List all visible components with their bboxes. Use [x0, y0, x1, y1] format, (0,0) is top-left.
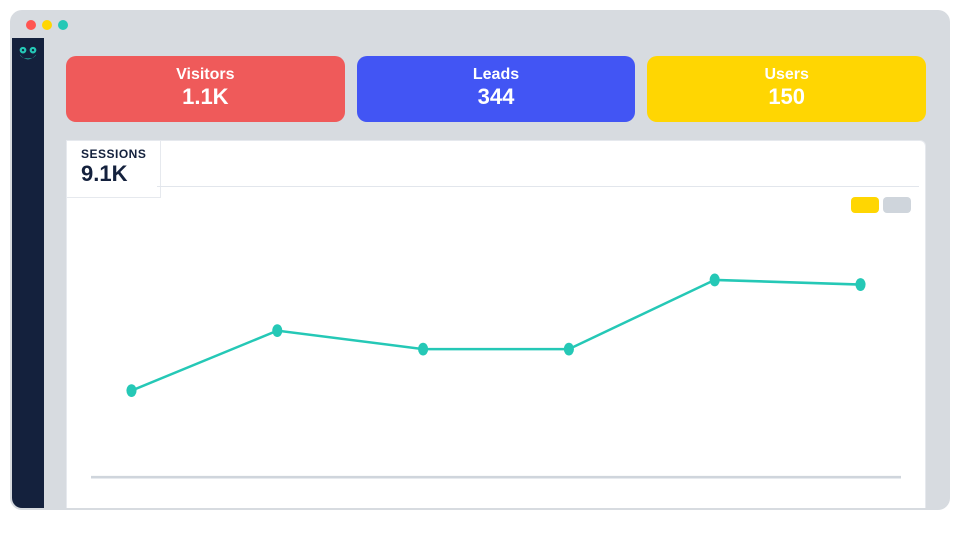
chart-legend	[851, 197, 911, 213]
card-leads[interactable]: Leads 344	[357, 56, 636, 122]
legend-swatch-active[interactable]	[851, 197, 879, 213]
card-label: Visitors	[66, 66, 345, 84]
chart-point	[564, 343, 574, 356]
logo-icon	[18, 46, 38, 64]
card-label: Users	[647, 66, 926, 84]
main-content: Visitors 1.1K Leads 344 Users 150 SESSIO…	[44, 38, 948, 508]
sessions-tab[interactable]: SESSIONS 9.1K	[66, 140, 161, 198]
chart-point	[855, 278, 865, 291]
app-body: Visitors 1.1K Leads 344 Users 150 SESSIO…	[12, 38, 948, 508]
card-value: 1.1K	[66, 84, 345, 110]
minimize-icon[interactable]	[42, 20, 52, 30]
sessions-value: 9.1K	[81, 161, 146, 187]
maximize-icon[interactable]	[58, 20, 68, 30]
card-users[interactable]: Users 150	[647, 56, 926, 122]
legend-swatch-inactive[interactable]	[883, 197, 911, 213]
browser-window: Visitors 1.1K Leads 344 Users 150 SESSIO…	[10, 10, 950, 510]
card-value: 344	[357, 84, 636, 110]
close-icon[interactable]	[26, 20, 36, 30]
sessions-chart	[91, 221, 901, 490]
sessions-panel: SESSIONS 9.1K	[66, 140, 926, 508]
chart-point	[710, 274, 720, 287]
window-controls	[12, 12, 948, 38]
card-label: Leads	[357, 66, 636, 84]
sessions-label: SESSIONS	[81, 147, 146, 161]
chart-line	[132, 280, 861, 391]
card-value: 150	[647, 84, 926, 110]
chart-point	[418, 343, 428, 356]
card-visitors[interactable]: Visitors 1.1K	[66, 56, 345, 122]
summary-cards: Visitors 1.1K Leads 344 Users 150	[66, 56, 926, 122]
sidebar	[12, 38, 44, 508]
chart-point	[126, 384, 136, 397]
chart-point	[272, 324, 282, 337]
tab-underline	[157, 186, 919, 187]
